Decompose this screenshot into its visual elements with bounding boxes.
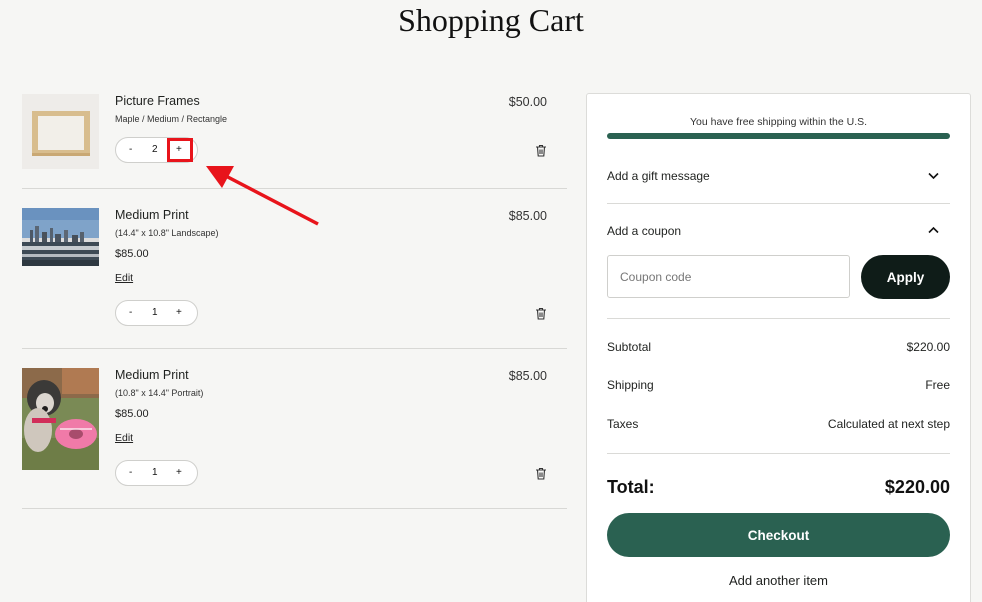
free-shipping-progress-bar [607, 133, 950, 139]
taxes-label: Taxes [607, 417, 639, 431]
item-variant: (14.4" x 10.8" Landscape) [115, 228, 219, 238]
shipping-label: Shipping [607, 378, 654, 392]
quantity-stepper: - 2 + [115, 137, 198, 163]
taxes-value: Calculated at next step [827, 417, 950, 431]
decrease-quantity-button[interactable]: - [129, 467, 132, 478]
increase-quantity-button[interactable]: + [176, 144, 182, 155]
divider [607, 318, 950, 319]
taxes-row: Taxes Calculated at next step [607, 417, 950, 431]
chevron-down-icon [928, 172, 939, 180]
item-name[interactable]: Medium Print [115, 208, 189, 222]
item-unit-price: $85.00 [115, 408, 149, 420]
quantity-stepper: - 1 + [115, 300, 198, 326]
apply-coupon-button[interactable]: Apply [861, 255, 950, 299]
cart-items-list: Picture Frames Maple / Medium / Rectangl… [22, 92, 567, 509]
total-value: $220.00 [884, 477, 950, 497]
quantity-stepper: - 1 + [115, 460, 198, 486]
quantity-value: 2 [152, 144, 158, 155]
page-title: Shopping Cart [398, 2, 584, 38]
subtotal-label: Subtotal [607, 340, 652, 354]
add-another-item-link[interactable]: Add another item [587, 573, 970, 588]
total-label: Total: [607, 477, 655, 497]
cart-item-picture-frames: Picture Frames Maple / Medium / Rectangl… [22, 92, 567, 189]
quantity-value: 1 [152, 467, 158, 478]
landscape-print-thumbnail[interactable] [22, 208, 99, 266]
portrait-print-thumbnail[interactable] [22, 368, 99, 470]
free-shipping-message: You have free shipping within the U.S. [689, 116, 868, 128]
item-variant: (10.8" x 14.4" Portrait) [115, 388, 204, 398]
cart-item-medium-print-portrait: Medium Print (10.8" x 14.4" Portrait) $8… [22, 349, 567, 509]
free-shipping-progress-fill [607, 133, 950, 139]
order-summary-panel: You have free shipping within the U.S. A… [586, 93, 971, 602]
trash-icon[interactable] [535, 144, 547, 157]
item-name[interactable]: Medium Print [115, 368, 189, 382]
edit-item-link[interactable]: Edit [115, 432, 133, 444]
checkout-button[interactable]: Checkout [607, 513, 950, 557]
picture-frame-thumbnail[interactable] [22, 94, 99, 169]
increase-quantity-button[interactable]: + [176, 307, 182, 318]
item-name[interactable]: Picture Frames [115, 94, 200, 108]
chevron-up-icon [928, 226, 939, 234]
coupon-code-input[interactable] [607, 255, 850, 298]
coupon-label: Add a coupon [607, 224, 682, 238]
subtotal-value: $220.00 [906, 340, 950, 354]
shipping-row: Shipping Free [607, 378, 950, 392]
portrait-print-image [22, 368, 99, 470]
item-price: $50.00 [508, 95, 547, 109]
picture-frame-image [22, 94, 99, 169]
increase-quantity-button[interactable]: + [176, 467, 182, 478]
item-price: $85.00 [508, 209, 547, 223]
decrease-quantity-button[interactable]: - [129, 144, 132, 155]
shipping-value: Free [925, 378, 950, 392]
total-row: Total: $220.00 [607, 477, 950, 498]
divider [607, 453, 950, 454]
subtotal-row: Subtotal $220.00 [607, 340, 950, 354]
edit-item-link[interactable]: Edit [115, 272, 133, 284]
trash-icon[interactable] [535, 467, 547, 480]
landscape-print-image [22, 208, 99, 266]
gift-message-toggle[interactable]: Add a gift message [607, 169, 950, 183]
item-variant: Maple / Medium / Rectangle [115, 114, 228, 124]
gift-message-label: Add a gift message [607, 169, 710, 183]
item-unit-price: $85.00 [115, 248, 149, 260]
cart-item-medium-print-landscape: Medium Print (14.4" x 10.8" Landscape) $… [22, 189, 567, 349]
coupon-toggle[interactable]: Add a coupon [607, 224, 950, 238]
divider [607, 203, 950, 204]
trash-icon[interactable] [535, 307, 547, 320]
quantity-value: 1 [152, 307, 158, 318]
decrease-quantity-button[interactable]: - [129, 307, 132, 318]
item-price: $85.00 [508, 369, 547, 383]
